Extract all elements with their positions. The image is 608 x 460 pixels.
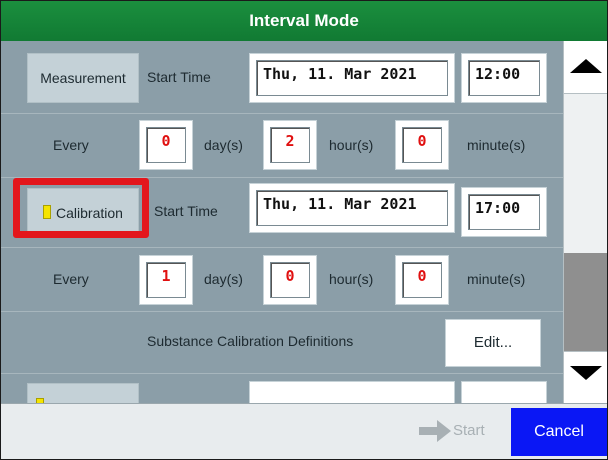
calibration-days-unit: day(s)	[204, 271, 243, 287]
measurement-mode-label: Measurement	[40, 70, 126, 86]
measurement-start-time-label: Start Time	[147, 69, 211, 85]
calibration-hours-unit: hour(s)	[329, 271, 374, 287]
calibration-start-time-value: 17:00	[468, 194, 540, 230]
dialog-footer: Start Cancel	[1, 403, 607, 459]
measurement-days-field[interactable]: 0	[139, 120, 193, 170]
edit-definitions-button[interactable]: Edit...	[445, 319, 541, 367]
calibration-start-time-label: Start Time	[154, 203, 218, 219]
start-button-label: Start	[453, 422, 485, 439]
next-start-time-field-partial[interactable]	[461, 381, 547, 403]
cancel-button[interactable]: Cancel	[511, 408, 607, 456]
measurement-start-date-field[interactable]: Thu, 11. Mar 2021	[249, 53, 455, 103]
calibration-hours-value: 0	[270, 262, 310, 298]
calibration-hours-field[interactable]: 0	[263, 255, 317, 305]
dialog-title: Interval Mode	[1, 1, 607, 41]
arrow-right-icon	[419, 420, 451, 442]
interval-mode-dialog: Interval Mode Measurement Start Time Thu…	[0, 0, 608, 460]
calibration-definitions-row: Substance Calibration Definitions Edit..…	[1, 311, 563, 374]
triangle-down-icon	[570, 366, 602, 380]
calibration-highlight-box	[13, 178, 149, 238]
calibration-minutes-unit: minute(s)	[467, 271, 526, 287]
triangle-up-icon	[570, 59, 602, 73]
substance-calibration-definitions-label: Substance Calibration Definitions	[147, 333, 354, 349]
measurement-days-unit: day(s)	[204, 137, 243, 153]
measurement-hours-unit: hour(s)	[329, 137, 374, 153]
calibration-days-value: 1	[146, 262, 186, 298]
measurement-mode-button[interactable]: Measurement	[27, 53, 139, 103]
calibration-interval-row: Every 1 day(s) 0 hour(s) 0 minute(s)	[1, 247, 563, 312]
start-button[interactable]: Start	[415, 408, 501, 454]
measurement-days-value: 0	[146, 127, 186, 163]
calibration-every-label: Every	[53, 271, 89, 287]
next-start-date-field-partial[interactable]	[249, 381, 455, 403]
scrollbar-thumb[interactable]	[564, 253, 607, 351]
calibration-minutes-field[interactable]: 0	[395, 255, 449, 305]
measurement-start-time-field[interactable]: 12:00	[461, 53, 547, 103]
calibration-start-date-value: Thu, 11. Mar 2021	[256, 190, 448, 226]
vertical-scrollbar[interactable]	[563, 41, 607, 404]
measurement-start-time-value: 12:00	[468, 60, 540, 96]
measurement-minutes-field[interactable]: 0	[395, 120, 449, 170]
measurement-minutes-unit: minute(s)	[467, 137, 526, 153]
calibration-minutes-value: 0	[402, 262, 442, 298]
measurement-start-row: Measurement Start Time Thu, 11. Mar 2021…	[1, 41, 563, 114]
next-mode-button-partial[interactable]	[27, 383, 139, 403]
measurement-hours-field[interactable]: 2	[263, 120, 317, 170]
measurement-every-label: Every	[53, 137, 89, 153]
calibration-days-field[interactable]: 1	[139, 255, 193, 305]
next-mode-row-partial	[1, 373, 563, 403]
scroll-down-button[interactable]	[564, 351, 607, 404]
measurement-interval-row: Every 0 day(s) 2 hour(s) 0 minute(s)	[1, 113, 563, 178]
measurement-hours-value: 2	[270, 127, 310, 163]
calibration-start-date-field[interactable]: Thu, 11. Mar 2021	[249, 183, 455, 233]
measurement-minutes-value: 0	[402, 127, 442, 163]
measurement-start-date-value: Thu, 11. Mar 2021	[256, 60, 448, 96]
scroll-up-button[interactable]	[564, 41, 607, 94]
calibration-start-time-field[interactable]: 17:00	[461, 187, 547, 237]
